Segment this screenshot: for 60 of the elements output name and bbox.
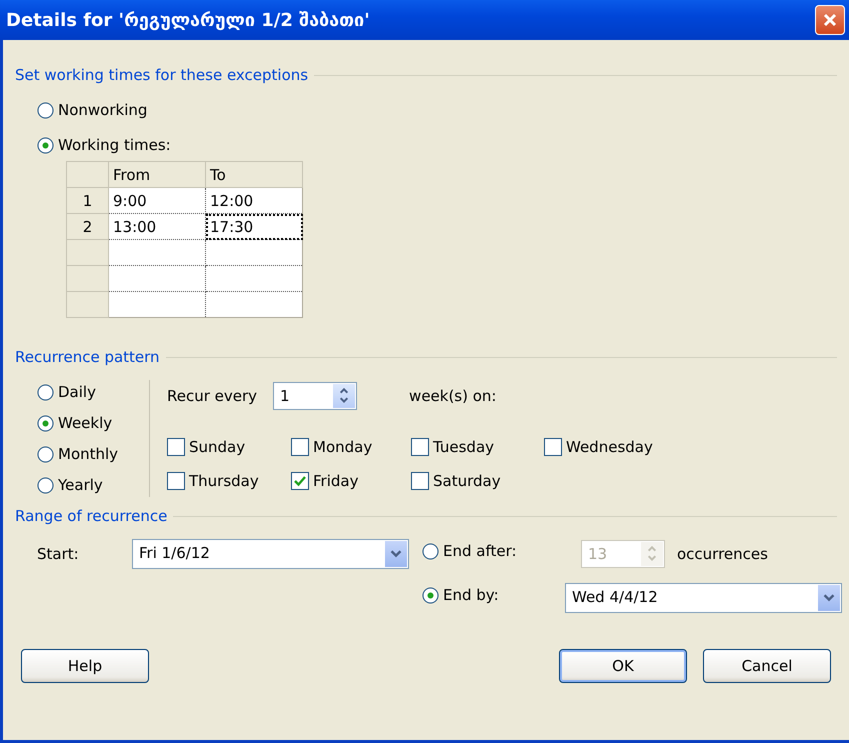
radio-option[interactable]: End by: [422,583,565,607]
start-date-dropdown[interactable]: Fri 1/6/12 [132,539,409,569]
radio-option[interactable]: Working times: [37,133,171,157]
radio-icon[interactable] [422,586,439,604]
table-cell[interactable]: 17:30 [206,214,302,240]
field-label: occurrences [677,545,769,563]
spin-buttons-icon[interactable] [332,383,356,409]
day-checkbox[interactable]: Sunday [167,434,291,460]
column-header: From [108,162,206,188]
table-cell[interactable]: 9:00 [108,188,206,214]
radio-icon[interactable] [37,102,54,118]
close-icon[interactable] [815,5,845,35]
ok-button[interactable]: OK [559,649,687,683]
row-header: 2 [66,214,108,240]
checkbox-icon[interactable] [291,438,309,456]
radio-icon[interactable] [37,476,54,494]
radio-option[interactable]: Yearly [37,473,103,497]
day-checkbox[interactable]: Friday [291,468,411,494]
radio-option[interactable]: End after: [422,539,565,563]
radio-option[interactable]: Weekly [37,411,112,435]
radio-icon[interactable] [37,414,54,432]
field-label: Start: [37,545,80,563]
recur-every-field[interactable]: 1 [273,382,358,410]
help-button[interactable]: Help [21,649,149,683]
table-cell[interactable] [108,240,206,266]
section-heading: Range of recurrence [15,507,168,525]
row-header [66,292,108,318]
row-header: 1 [66,188,108,214]
cancel-button[interactable]: Cancel [703,649,831,683]
table-cell[interactable]: 12:00 [206,188,302,214]
day-checkbox[interactable]: Saturday [411,468,544,494]
radio-option[interactable]: Nonworking [37,98,148,122]
day-checkbox[interactable]: Wednesday [544,434,653,460]
corner-cell [66,162,108,188]
section-heading: Recurrence pattern [15,348,160,366]
field-label: Recur every [167,387,258,405]
checkbox-icon[interactable] [167,438,185,456]
checkbox-icon[interactable] [544,438,562,456]
checkbox-icon[interactable] [291,472,309,490]
radio-icon[interactable] [37,136,54,154]
field-label: week(s) on: [409,387,496,405]
end-by-dropdown[interactable]: Wed 4/4/12 [565,583,842,613]
radio-option[interactable]: Monthly [37,442,118,466]
day-checkbox[interactable]: Thursday [167,468,291,494]
checkbox-icon[interactable] [167,472,185,490]
table-cell[interactable]: 13:00 [108,214,206,240]
column-header: To [206,162,302,188]
row-header [66,266,108,292]
radio-icon[interactable] [422,542,439,560]
row-header [66,240,108,266]
radio-option[interactable]: Daily [37,380,96,404]
table-cell[interactable] [108,266,206,292]
section-heading: Set working times for these exceptions [15,66,308,84]
radio-icon[interactable] [37,384,54,400]
day-checkbox[interactable]: Tuesday [411,434,544,460]
day-checkbox[interactable]: Monday [291,434,411,460]
radio-icon[interactable] [37,446,54,462]
window-title: Details for 'რეგულარული 1/2 შაბათი' [6,10,370,30]
checkbox-icon[interactable] [411,472,429,490]
checkbox-icon[interactable] [411,438,429,456]
